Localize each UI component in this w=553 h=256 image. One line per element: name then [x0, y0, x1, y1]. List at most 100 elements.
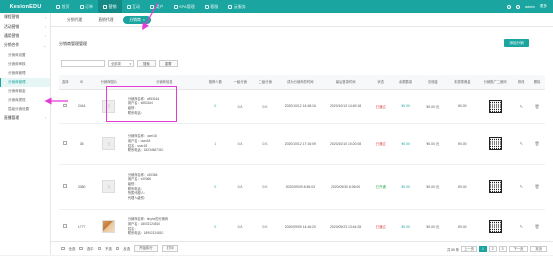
trash-icon[interactable]: 🗑: [535, 141, 540, 146]
sidebar-group-course[interactable]: 课程营销 ›: [0, 13, 50, 22]
close-icon[interactable]: ×: [143, 18, 145, 22]
tab-agent[interactable]: 分销代理: [61, 16, 88, 24]
topnav-cloud[interactable]: 云服务: [223, 0, 251, 13]
app-logo[interactable]: KesionEDU: [0, 0, 51, 13]
sidebar-group-live[interactable]: 直播管理 ›: [0, 114, 50, 123]
edit-icon[interactable]: ✎: [520, 104, 523, 109]
next-page-button[interactable]: 下一页: [508, 245, 529, 253]
status-badge[interactable]: 已通过: [368, 123, 394, 165]
joined-time: 2020/09/09 8:36:03: [277, 164, 323, 210]
edit-icon[interactable]: ✎: [520, 141, 523, 146]
last-page-button[interactable]: 末页: [530, 245, 547, 253]
level1-count: 0人: [227, 209, 253, 245]
sidebar-item-level[interactable]: 层级分销设置: [0, 105, 50, 114]
sidebar-item-withdraw[interactable]: 分销商提现: [0, 96, 50, 105]
sidebar-item-settings[interactable]: 分销商设置: [0, 51, 50, 60]
referral-count[interactable]: 0: [202, 209, 228, 245]
service-icon: [204, 4, 209, 9]
referral-count[interactable]: 0: [202, 164, 228, 210]
balance-value: ¥0.00: [393, 164, 419, 210]
message-icon[interactable]: [516, 4, 521, 9]
topnav-order[interactable]: 订单: [75, 0, 99, 13]
search-input[interactable]: [61, 60, 105, 67]
tab-direct[interactable]: 直销代理: [92, 16, 119, 24]
col-qr: 分销推广二维码: [477, 75, 514, 90]
row-checkbox[interactable]: [63, 184, 67, 188]
qr-code[interactable]: [488, 137, 502, 150]
pending-commission: ¥0.00: [447, 164, 477, 210]
page-2-button[interactable]: 2: [488, 245, 497, 253]
user-menu[interactable]: admin: [525, 5, 535, 9]
sidebar-item-manage[interactable]: 分销商管理: [0, 69, 50, 78]
qr-code[interactable]: [488, 180, 502, 193]
edit-icon[interactable]: ✎: [520, 184, 523, 189]
table-row: 1777 分销商名称：tinyhx的分销商 用户名：18002124810 姓名…: [59, 209, 545, 245]
reset-button[interactable]: 重置: [158, 60, 178, 67]
sidebar-group-distribution[interactable]: 分销合作 ⌄: [0, 41, 50, 50]
trash-icon[interactable]: 🗑: [535, 104, 540, 109]
topnav-interact[interactable]: 互动: [122, 0, 146, 13]
search-button[interactable]: 搜索: [137, 60, 156, 67]
home-icon: [56, 4, 60, 9]
distributor-image: 无: [102, 99, 116, 113]
topnav-home[interactable]: 首页: [51, 0, 75, 13]
add-distributor-button[interactable]: 添加分销: [504, 39, 529, 47]
chevron-right-icon: ›: [44, 116, 46, 121]
pending-commission: ¥0.00: [447, 123, 477, 165]
sidebar-item-review[interactable]: 分销商审核: [0, 60, 50, 69]
edit-icon[interactable]: ✎: [520, 224, 523, 229]
row-checkbox[interactable]: [63, 103, 67, 108]
notification-icon[interactable]: [507, 4, 512, 9]
distributor-info: 分销商名称：v30366 用户名：v30366 级别： 联系电话： 所属代理人：…: [125, 164, 203, 210]
sidebar-group-general[interactable]: 通用营销 ›: [0, 32, 50, 41]
deselect-checkbox[interactable]: [97, 246, 102, 251]
page-3-button[interactable]: 3: [498, 245, 507, 253]
status-badge[interactable]: 已通过: [368, 89, 394, 124]
prev-page-button[interactable]: 上一页: [461, 245, 477, 253]
topnav-app[interactable]: SPA管理: [169, 0, 200, 13]
distributor-info: 分销商名称：tinyhx的分销商 用户名：18002124810 姓名： 联系电…: [125, 209, 203, 245]
topnav-user[interactable]: 用户: [145, 0, 169, 13]
select-checkbox[interactable]: [79, 246, 83, 251]
col-balance: 余额数量: [393, 75, 419, 90]
trash-icon[interactable]: 🗑: [535, 224, 540, 229]
table-row: 2444 无 分销商名称：z853164 用户名：z853164 级别： 联系电…: [59, 89, 545, 124]
tab-bar: 分销代理 直销代理 分销商 ×: [51, 13, 553, 27]
col-info: 分销商信息: [125, 75, 203, 90]
topnav-marketing[interactable]: 营销: [98, 0, 122, 13]
total-commission: ¥0.00 元: [418, 123, 448, 165]
select-all-checkbox[interactable]: [61, 246, 65, 251]
invert-checkbox[interactable]: [115, 246, 120, 251]
status-badge[interactable]: 已通过: [368, 209, 394, 245]
trash-icon[interactable]: 🗑: [535, 184, 540, 189]
page-1-button[interactable]: 1: [478, 245, 487, 253]
qr-code[interactable]: [488, 220, 502, 233]
type-select[interactable]: 全部类: [108, 60, 134, 67]
topnav-service[interactable]: 客服: [200, 0, 224, 13]
top-nav: 首页 订单 营销 互动 用户 SPA管理 客服 云服务: [51, 0, 251, 13]
sidebar-group-activity[interactable]: 活动营销 ›: [0, 22, 50, 31]
print-button[interactable]: 打印: [161, 245, 179, 252]
col-level2: 二级分销: [252, 75, 278, 90]
referral-count[interactable]: 0: [202, 89, 228, 124]
col-level1: 一级分销: [227, 75, 253, 90]
batch-execute-button[interactable]: 开始执行: [134, 245, 158, 252]
filter-bar: 全部类 搜索 重置: [61, 60, 178, 67]
chevron-down-icon: ⌄: [43, 43, 46, 48]
level2-count: 0人: [252, 123, 278, 165]
sidebar-item-commission[interactable]: 分销商佣金: [0, 87, 50, 96]
joined-time: 2020/10/12 17:16:09: [277, 123, 323, 165]
referral-count[interactable]: 1: [202, 123, 228, 165]
col-referrals: 推荐人数: [202, 75, 228, 90]
status-badge[interactable]: 已开通: [368, 164, 394, 210]
sidebar-item-distributor-manage[interactable]: 分销商管理: [0, 77, 50, 87]
order-icon: [79, 4, 84, 9]
row-checkbox[interactable]: [63, 224, 67, 228]
row-checkbox[interactable]: [63, 141, 67, 145]
qr-code[interactable]: [488, 99, 502, 113]
more-menu[interactable]: 更多: [540, 4, 547, 9]
total-commission: ¥0.00 元: [418, 164, 448, 210]
pending-commission: ¥0.00: [447, 209, 477, 245]
tab-distributor[interactable]: 分销商 ×: [123, 15, 151, 24]
row-id: 38: [71, 123, 92, 165]
